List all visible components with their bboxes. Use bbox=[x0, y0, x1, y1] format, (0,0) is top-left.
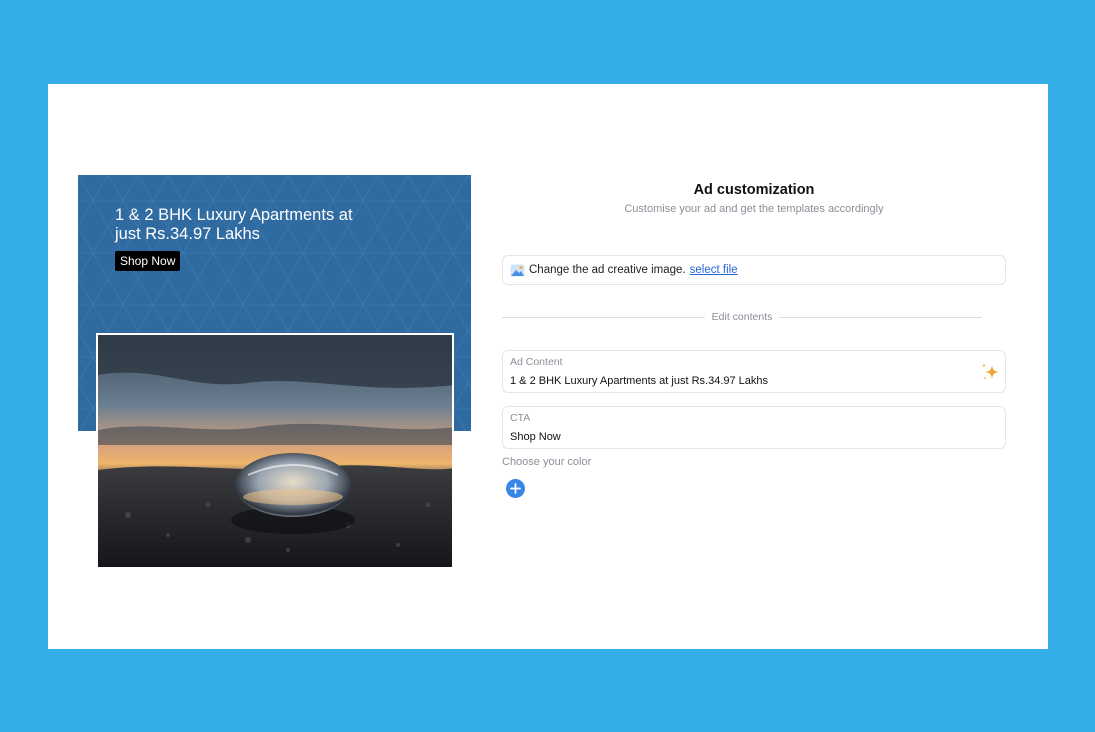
ad-headline: 1 & 2 BHK Luxury Apartments at just Rs.3… bbox=[115, 206, 353, 243]
panel-title: Ad customization bbox=[693, 182, 815, 198]
ad-content-field[interactable]: Ad Content 1 & 2 BHK Luxury Apartments a… bbox=[502, 350, 1006, 393]
change-image-box[interactable]: Change the ad creative image. select fil… bbox=[502, 255, 1006, 285]
select-file-link[interactable]: select file bbox=[690, 264, 738, 276]
main-card: 1 & 2 BHK Luxury Apartments at just Rs.3… bbox=[48, 84, 1048, 649]
plus-icon bbox=[510, 483, 521, 494]
edit-contents-divider: Edit contents bbox=[502, 310, 983, 324]
ad-content-value[interactable]: 1 & 2 BHK Luxury Apartments at just Rs.3… bbox=[510, 375, 998, 388]
ad-content-label: Ad Content bbox=[510, 356, 563, 368]
divider-label: Edit contents bbox=[711, 311, 773, 323]
ad-preview: 1 & 2 BHK Luxury Apartments at just Rs.3… bbox=[78, 175, 471, 567]
image-icon bbox=[510, 264, 525, 277]
customization-panel: Ad customization Customise your ad and g… bbox=[502, 84, 1006, 649]
cta-value[interactable]: Shop Now bbox=[510, 431, 998, 444]
ad-creative-image bbox=[96, 333, 454, 567]
add-color-button[interactable] bbox=[506, 479, 525, 498]
cta-field[interactable]: CTA Shop Now bbox=[502, 406, 1006, 449]
panel-subtitle: Customise your ad and get the templates … bbox=[624, 203, 884, 215]
ad-cta-button[interactable]: Shop Now bbox=[115, 251, 181, 271]
choose-color-label: Choose your color bbox=[502, 456, 592, 468]
cta-label: CTA bbox=[510, 412, 531, 424]
change-image-text: Change the ad creative image. bbox=[529, 264, 686, 276]
sparkle-icon[interactable] bbox=[979, 361, 1001, 383]
